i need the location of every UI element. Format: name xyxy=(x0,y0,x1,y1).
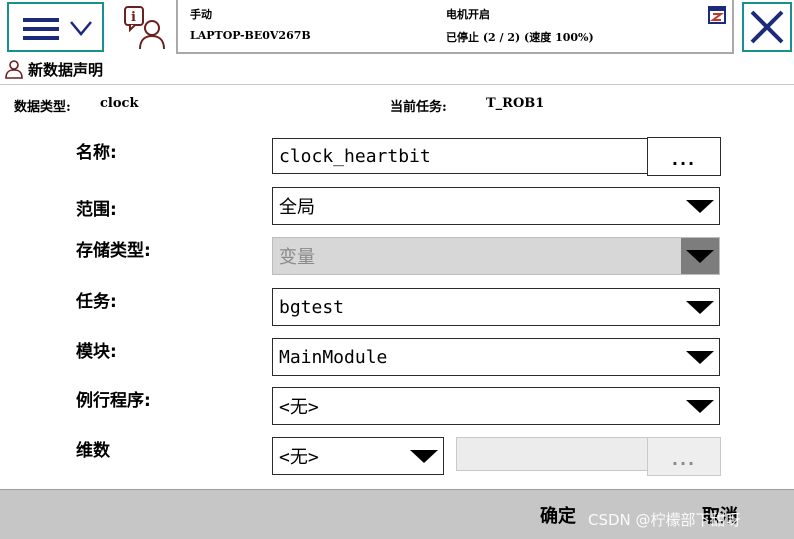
scope-dropdown[interactable]: 全局 xyxy=(272,187,720,225)
title-divider xyxy=(0,84,794,85)
chevron-down-icon xyxy=(70,21,92,36)
program-window-icon xyxy=(708,6,726,24)
dimensions-browse-label: ... xyxy=(671,450,697,469)
storage-type-label: 存储类型: xyxy=(76,241,151,261)
storage-type-dropdown: 变量 xyxy=(272,237,720,275)
dimensions-size-field xyxy=(456,437,648,471)
routine-dropdown-arrow-icon xyxy=(681,388,719,424)
scope-value: 全局 xyxy=(279,197,315,218)
ok-button[interactable]: 确定 xyxy=(540,502,576,528)
task-value: bgtest xyxy=(279,296,345,318)
task-dropdown-arrow-icon xyxy=(681,289,719,325)
scope-dropdown-arrow-icon xyxy=(681,188,719,224)
program-state: 已停止 (2 / 2) (速度 100%) xyxy=(446,31,594,44)
name-value: clock_heartbit xyxy=(279,145,431,167)
module-dropdown-arrow-icon xyxy=(681,339,719,375)
dimensions-browse-button: ... xyxy=(647,437,721,476)
dimensions-label: 维数 xyxy=(76,441,110,461)
event-log-icon[interactable]: i xyxy=(121,4,169,52)
window-title-bar: 新数据声明 xyxy=(4,58,103,80)
routine-value: <无> xyxy=(279,397,319,418)
status-panel[interactable]: 手动 LAPTOP-BE0V267B 电机开启 已停止 (2 / 2) (速度 … xyxy=(176,0,734,54)
svg-text:i: i xyxy=(131,10,136,25)
dimensions-value: <无> xyxy=(279,447,319,468)
dimensions-dropdown-arrow-icon xyxy=(405,438,443,474)
data-type-label: 数据类型: xyxy=(14,100,71,115)
scope-label: 范围: xyxy=(76,200,117,220)
close-icon xyxy=(750,10,784,44)
task-dropdown[interactable]: bgtest xyxy=(272,288,720,326)
routine-label: 例行程序: xyxy=(76,391,151,411)
operating-mode: 手动 xyxy=(190,8,212,21)
data-type-value: clock xyxy=(100,96,139,111)
close-button[interactable] xyxy=(742,2,792,52)
name-browse-label: ... xyxy=(671,150,697,169)
window-title: 新数据声明 xyxy=(28,60,104,79)
top-bar: i 手动 LAPTOP-BE0V267B 电机开启 已停止 (2 / 2) (速… xyxy=(0,0,794,57)
dimensions-dropdown[interactable]: <无> xyxy=(272,437,444,475)
storage-type-dropdown-arrow-icon xyxy=(681,238,719,274)
name-input[interactable]: clock_heartbit xyxy=(272,138,648,174)
task-label: 任务: xyxy=(76,292,117,312)
module-dropdown[interactable]: MainModule xyxy=(272,338,720,376)
current-task-label: 当前任务: xyxy=(390,100,447,115)
main-menu-button[interactable] xyxy=(7,2,104,52)
watermark: CSDN @柠檬部下甜呀 xyxy=(588,511,741,529)
controller-name: LAPTOP-BE0V267B xyxy=(190,29,311,42)
data-declaration-icon xyxy=(5,60,23,79)
current-task-value: T_ROB1 xyxy=(486,96,545,111)
name-browse-button[interactable]: ... xyxy=(647,137,721,176)
name-label: 名称: xyxy=(76,143,117,163)
module-value: MainModule xyxy=(279,346,388,368)
module-label: 模块: xyxy=(76,342,117,362)
routine-dropdown[interactable]: <无> xyxy=(272,387,720,425)
motor-state: 电机开启 xyxy=(446,8,490,21)
hamburger-icon xyxy=(23,18,59,40)
storage-type-value: 变量 xyxy=(279,247,315,268)
